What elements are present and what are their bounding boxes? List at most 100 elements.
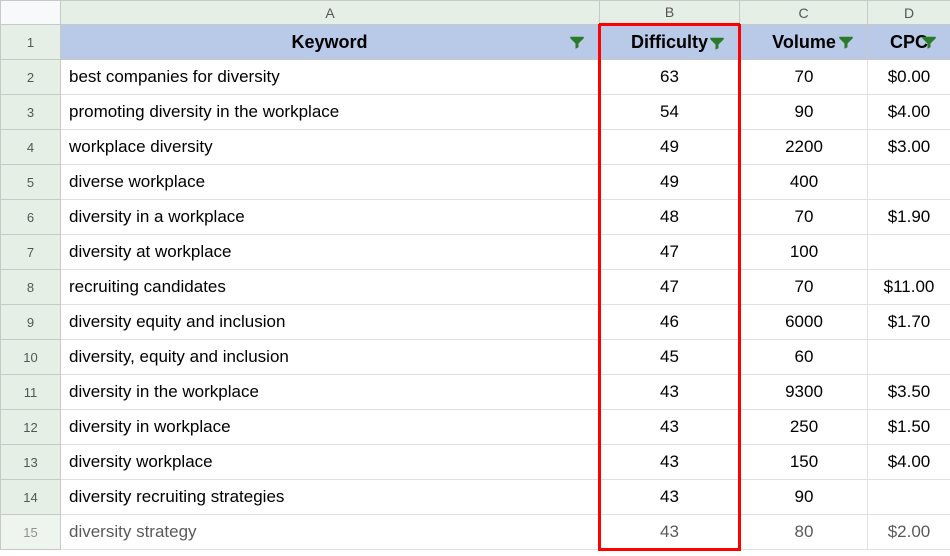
- cell-difficulty[interactable]: 54: [600, 95, 740, 130]
- header-difficulty-label: Difficulty: [631, 32, 708, 53]
- cell-keyword[interactable]: promoting diversity in the workplace: [61, 95, 600, 130]
- row-header[interactable]: 6: [1, 200, 61, 235]
- row-header-1[interactable]: 1: [1, 25, 61, 60]
- header-difficulty[interactable]: Difficulty: [600, 25, 740, 60]
- row-header[interactable]: 14: [1, 480, 61, 515]
- cell-difficulty[interactable]: 43: [600, 480, 740, 515]
- filter-icon[interactable]: [920, 33, 938, 51]
- table-row: 7 diversity at workplace 47 100: [1, 235, 950, 270]
- cell-volume[interactable]: 150: [740, 445, 868, 480]
- row-header[interactable]: 15: [1, 515, 61, 550]
- col-header-b[interactable]: B: [600, 1, 740, 25]
- cell-cpc[interactable]: $1.70: [868, 305, 950, 340]
- cell-volume[interactable]: 6000: [740, 305, 868, 340]
- table-row: 2 best companies for diversity 63 70 $0.…: [1, 60, 950, 95]
- table-row: 5 diverse workplace 49 400: [1, 165, 950, 200]
- cell-difficulty[interactable]: 43: [600, 410, 740, 445]
- table-row: 14 diversity recruiting strategies 43 90: [1, 480, 950, 515]
- cell-cpc[interactable]: $3.50: [868, 375, 950, 410]
- filter-icon[interactable]: [568, 33, 586, 51]
- cell-cpc[interactable]: $11.00: [868, 270, 950, 305]
- cell-volume[interactable]: 60: [740, 340, 868, 375]
- cell-keyword[interactable]: diversity in a workplace: [61, 200, 600, 235]
- cell-volume[interactable]: 2200: [740, 130, 868, 165]
- cell-keyword[interactable]: diversity in the workplace: [61, 375, 600, 410]
- cell-cpc[interactable]: $4.00: [868, 95, 950, 130]
- cell-difficulty[interactable]: 47: [600, 235, 740, 270]
- cell-cpc[interactable]: $0.00: [868, 60, 950, 95]
- cell-keyword[interactable]: diversity workplace: [61, 445, 600, 480]
- cell-keyword[interactable]: diversity at workplace: [61, 235, 600, 270]
- table-row: 4 workplace diversity 49 2200 $3.00: [1, 130, 950, 165]
- cell-volume[interactable]: 9300: [740, 375, 868, 410]
- cell-difficulty[interactable]: 43: [600, 375, 740, 410]
- cell-difficulty[interactable]: 43: [600, 445, 740, 480]
- cell-cpc[interactable]: [868, 340, 950, 375]
- cell-cpc[interactable]: $1.50: [868, 410, 950, 445]
- cell-difficulty[interactable]: 45: [600, 340, 740, 375]
- cell-keyword[interactable]: diversity recruiting strategies: [61, 480, 600, 515]
- col-header-a[interactable]: A: [61, 1, 600, 25]
- cell-keyword[interactable]: diversity, equity and inclusion: [61, 340, 600, 375]
- cell-volume[interactable]: 70: [740, 200, 868, 235]
- cell-difficulty[interactable]: 47: [600, 270, 740, 305]
- cell-keyword[interactable]: diversity strategy: [61, 515, 600, 550]
- cell-keyword[interactable]: diversity equity and inclusion: [61, 305, 600, 340]
- cell-cpc[interactable]: [868, 165, 950, 200]
- header-keyword[interactable]: Keyword: [61, 25, 600, 60]
- cell-cpc[interactable]: $4.00: [868, 445, 950, 480]
- corner-cell[interactable]: [1, 1, 61, 25]
- cell-keyword[interactable]: workplace diversity: [61, 130, 600, 165]
- cell-volume[interactable]: 70: [740, 270, 868, 305]
- cell-difficulty[interactable]: 43: [600, 515, 740, 550]
- cell-difficulty[interactable]: 46: [600, 305, 740, 340]
- table-row: 15 diversity strategy 43 80 $2.00: [1, 515, 950, 550]
- cell-volume[interactable]: 70: [740, 60, 868, 95]
- table-row: 3 promoting diversity in the workplace 5…: [1, 95, 950, 130]
- header-volume-label: Volume: [772, 32, 836, 53]
- cell-volume[interactable]: 250: [740, 410, 868, 445]
- row-header[interactable]: 13: [1, 445, 61, 480]
- col-header-d[interactable]: D: [868, 1, 950, 25]
- table-row: 10 diversity, equity and inclusion 45 60: [1, 340, 950, 375]
- row-header[interactable]: 12: [1, 410, 61, 445]
- header-row: 1 Keyword Difficulty Volume: [1, 25, 950, 60]
- cell-volume[interactable]: 90: [740, 480, 868, 515]
- cell-volume[interactable]: 100: [740, 235, 868, 270]
- row-header[interactable]: 5: [1, 165, 61, 200]
- filter-icon[interactable]: [708, 34, 726, 52]
- col-header-c[interactable]: C: [740, 1, 868, 25]
- row-header[interactable]: 7: [1, 235, 61, 270]
- header-cpc[interactable]: CPC: [868, 25, 950, 60]
- spreadsheet-grid[interactable]: A B C D 1 Keyword Difficulty Vol: [0, 0, 950, 551]
- row-header[interactable]: 9: [1, 305, 61, 340]
- table-row: 8 recruiting candidates 47 70 $11.00: [1, 270, 950, 305]
- cell-cpc[interactable]: $2.00: [868, 515, 950, 550]
- cell-volume[interactable]: 90: [740, 95, 868, 130]
- cell-cpc[interactable]: [868, 235, 950, 270]
- cell-cpc[interactable]: $3.00: [868, 130, 950, 165]
- cell-difficulty[interactable]: 48: [600, 200, 740, 235]
- table-row: 6 diversity in a workplace 48 70 $1.90: [1, 200, 950, 235]
- row-header[interactable]: 2: [1, 60, 61, 95]
- cell-cpc[interactable]: $1.90: [868, 200, 950, 235]
- row-header[interactable]: 4: [1, 130, 61, 165]
- cell-volume[interactable]: 80: [740, 515, 868, 550]
- cell-difficulty[interactable]: 63: [600, 60, 740, 95]
- cell-keyword[interactable]: best companies for diversity: [61, 60, 600, 95]
- cell-keyword[interactable]: recruiting candidates: [61, 270, 600, 305]
- table-row: 13 diversity workplace 43 150 $4.00: [1, 445, 950, 480]
- filter-icon[interactable]: [837, 33, 855, 51]
- cell-volume[interactable]: 400: [740, 165, 868, 200]
- cell-difficulty[interactable]: 49: [600, 130, 740, 165]
- cell-keyword[interactable]: diversity in workplace: [61, 410, 600, 445]
- cell-cpc[interactable]: [868, 480, 950, 515]
- row-header[interactable]: 11: [1, 375, 61, 410]
- row-header[interactable]: 3: [1, 95, 61, 130]
- row-header[interactable]: 8: [1, 270, 61, 305]
- cell-difficulty[interactable]: 49: [600, 165, 740, 200]
- header-volume[interactable]: Volume: [740, 25, 868, 60]
- table-row: 11 diversity in the workplace 43 9300 $3…: [1, 375, 950, 410]
- row-header[interactable]: 10: [1, 340, 61, 375]
- cell-keyword[interactable]: diverse workplace: [61, 165, 600, 200]
